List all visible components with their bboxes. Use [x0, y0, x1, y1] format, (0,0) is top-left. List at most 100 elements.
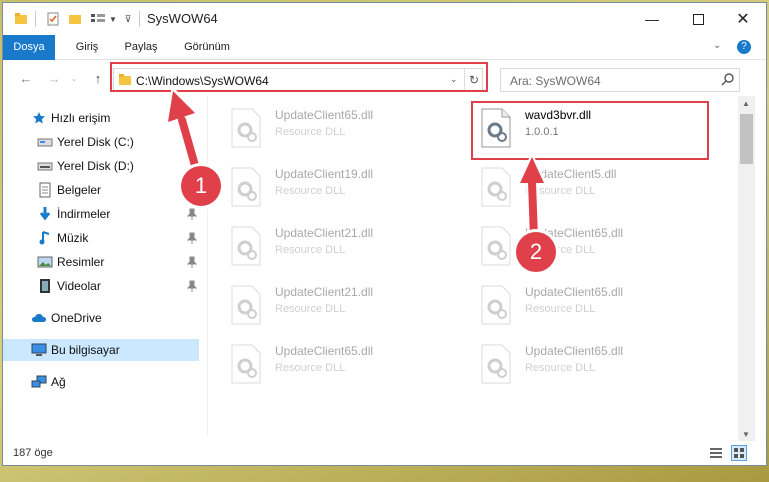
nav-label: Ağ: [51, 375, 66, 389]
pin-icon[interactable]: [186, 256, 198, 268]
nav-item-downloads[interactable]: İndirmeler: [3, 203, 203, 225]
nav-item-videos[interactable]: Videolar: [3, 275, 203, 297]
nav-item-onedrive[interactable]: OneDrive: [3, 307, 203, 329]
scroll-down-icon[interactable]: ▼: [742, 430, 750, 439]
dll-file-icon: [228, 226, 264, 266]
download-icon: [37, 206, 53, 222]
file-name: UpdateClient21.dll: [275, 226, 374, 240]
new-folder-icon[interactable]: [67, 11, 83, 27]
file-tile[interactable]: UpdateClient65.dll Resource DLL: [458, 338, 688, 384]
pin-icon[interactable]: [186, 232, 198, 244]
recent-locations-button[interactable]: ⌄: [65, 68, 83, 88]
ribbon: Dosya Giriş Paylaş Görünüm ⌄ ?: [3, 35, 766, 81]
video-icon: [37, 278, 53, 294]
star-icon: [31, 110, 47, 126]
pin-icon[interactable]: [186, 208, 198, 220]
nav-item-network[interactable]: Ağ: [3, 371, 203, 393]
title-bar: ▼ ⊽ SysWOW64 — ✕: [3, 3, 766, 35]
file-description: Resource DLL: [275, 362, 346, 374]
window-title: SysWOW64: [147, 11, 218, 26]
dll-file-icon: [228, 285, 264, 325]
pin-icon[interactable]: [186, 280, 198, 292]
nav-label: Belgeler: [57, 183, 102, 197]
documents-icon: [37, 182, 53, 198]
dll-file-icon: [478, 344, 514, 384]
nav-label: Bu bilgisayar: [51, 343, 120, 357]
file-description: Resource DLL: [275, 126, 346, 138]
file-tile[interactable]: UpdateClient65.dll Resource DLL: [208, 338, 438, 384]
file-tile[interactable]: UpdateClient65.dll Resource DLL: [458, 220, 688, 266]
music-icon: [37, 230, 53, 246]
file-name: UpdateClient65.dll: [275, 344, 374, 358]
file-name: UpdateClient65.dll: [275, 108, 374, 122]
file-name: UpdateClient65.dll: [525, 344, 624, 358]
file-description: Resource DLL: [275, 244, 346, 256]
pictures-icon: [37, 254, 53, 270]
file-tile[interactable]: UpdateClient5.dll Resource DLL: [458, 161, 688, 207]
file-tile[interactable]: UpdateClient65.dll Resource DLL: [208, 102, 438, 148]
file-description: Resource DLL: [525, 303, 596, 315]
close-button[interactable]: ✕: [720, 3, 766, 35]
network-icon: [31, 374, 47, 390]
chevron-down-icon[interactable]: ▼: [108, 11, 118, 27]
customize-toolbar-icon[interactable]: ⊽: [123, 11, 133, 27]
item-count: 187 öge: [13, 447, 53, 459]
cloud-icon: [31, 310, 47, 326]
tab-share[interactable]: Paylaş: [121, 35, 161, 59]
search-box[interactable]: Ara: SysWOW64: [500, 68, 740, 92]
nav-label: Videolar: [57, 279, 101, 293]
dll-file-icon: [228, 344, 264, 384]
nav-label: Hızlı erişim: [51, 111, 111, 125]
nav-label: OneDrive: [51, 311, 102, 325]
file-tile[interactable]: UpdateClient21.dll Resource DLL: [208, 220, 438, 266]
folder-icon: [13, 11, 29, 27]
forward-button[interactable]: →: [45, 68, 63, 88]
nav-label: Resimler: [57, 255, 105, 269]
minimize-button[interactable]: —: [629, 3, 675, 35]
nav-label: İndirmeler: [57, 207, 111, 221]
details-view-icon[interactable]: [709, 446, 723, 463]
divider: [35, 11, 36, 27]
vertical-scrollbar[interactable]: ▲ ▼: [738, 96, 755, 444]
up-button[interactable]: ↑: [89, 68, 107, 88]
dll-file-icon: [228, 167, 264, 207]
file-tile[interactable]: UpdateClient19.dll Resource DLL: [208, 161, 438, 207]
properties-icon[interactable]: [45, 11, 61, 27]
search-placeholder: Ara: SysWOW64: [510, 74, 601, 88]
file-description: Resource DLL: [275, 185, 346, 197]
maximize-button[interactable]: [675, 3, 721, 35]
large-icons-view-icon[interactable]: [731, 445, 747, 461]
search-icon: [721, 72, 735, 89]
status-bar: 187 öge: [3, 441, 766, 465]
nav-item-this-pc[interactable]: Bu bilgisayar: [3, 339, 199, 361]
scroll-up-icon[interactable]: ▲: [742, 99, 750, 108]
expand-ribbon-icon[interactable]: ⌄: [713, 40, 721, 51]
dll-file-icon: [228, 108, 264, 148]
help-icon[interactable]: ?: [737, 40, 751, 54]
step-1-badge: 1: [181, 166, 221, 206]
drive-icon: [37, 134, 53, 150]
file-tile[interactable]: UpdateClient21.dll Resource DLL: [208, 279, 438, 325]
file-description: Resource DLL: [275, 303, 346, 315]
file-highlight-box: [471, 101, 709, 160]
dll-file-icon: [478, 285, 514, 325]
file-name: UpdateClient21.dll: [275, 285, 374, 299]
nav-label: Müzik: [57, 231, 89, 245]
file-tile[interactable]: UpdateClient65.dll Resource DLL: [458, 279, 688, 325]
nav-label: Yerel Disk (D:): [57, 159, 134, 173]
computer-icon: [31, 342, 47, 358]
divider: [139, 11, 140, 27]
scrollbar-thumb[interactable]: [740, 114, 753, 164]
nav-label: Yerel Disk (C:): [57, 135, 134, 149]
nav-item-music[interactable]: Müzik: [3, 227, 203, 249]
back-button[interactable]: ←: [17, 68, 35, 88]
view-icon[interactable]: [89, 11, 107, 27]
file-name: UpdateClient19.dll: [275, 167, 374, 181]
file-name: UpdateClient65.dll: [525, 285, 624, 299]
nav-item-pictures[interactable]: Resimler: [3, 251, 203, 273]
tab-view[interactable]: Görünüm: [179, 35, 235, 59]
step-2-badge: 2: [516, 232, 556, 272]
file-description: Resource DLL: [525, 362, 596, 374]
tab-home[interactable]: Giriş: [69, 35, 105, 59]
drive-icon: [37, 158, 53, 174]
